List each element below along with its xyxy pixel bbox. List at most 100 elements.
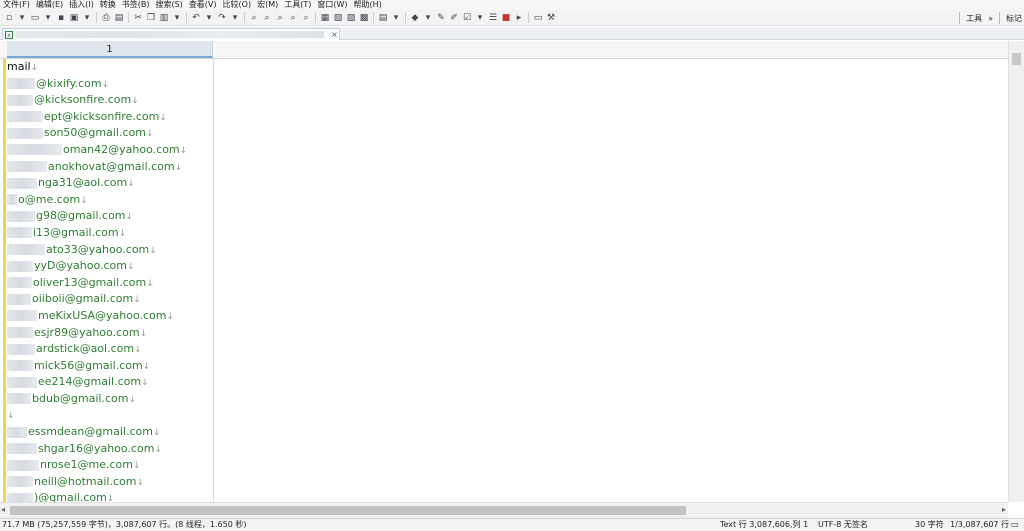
newline-marker-icon: ↓	[118, 228, 127, 239]
undo-icon[interactable]: ↶	[190, 12, 202, 24]
menu-item[interactable]: 查看(V)	[189, 0, 217, 10]
dropdown-icon[interactable]: ▾	[42, 12, 54, 24]
dropdown-icon[interactable]: ▾	[229, 12, 241, 24]
column-mode-icon[interactable]: ▦	[319, 12, 331, 24]
menu-item[interactable]: 搜索(S)	[155, 0, 182, 10]
redacted-text	[7, 177, 37, 189]
column-divider[interactable]	[213, 59, 214, 502]
menu-item[interactable]: 书签(B)	[122, 0, 150, 10]
menu-item[interactable]: 帮助(H)	[354, 0, 382, 10]
close-tab-icon[interactable]: ×	[330, 30, 339, 39]
email-cell[interactable]: yyD@yahoo.com↓	[7, 258, 213, 275]
email-cell[interactable]: mick56@gmail.com↓	[7, 358, 213, 375]
document-icon[interactable]: ▤	[377, 12, 389, 24]
format-icon[interactable]: ▩	[358, 12, 370, 24]
email-cell[interactable]: @kicksonfire.com↓	[7, 92, 213, 109]
list-icon[interactable]: ☰	[487, 12, 499, 24]
header-cell[interactable]: mail↓	[7, 59, 213, 76]
macro-play-icon[interactable]: ▸	[513, 12, 525, 24]
save-icon[interactable]: ▪	[55, 12, 67, 24]
find-previous-icon[interactable]: ⌕	[274, 12, 286, 24]
dropdown-icon[interactable]: ▾	[390, 12, 402, 24]
checklist-icon[interactable]: ☑	[461, 12, 473, 24]
save-all-icon[interactable]: ▣	[68, 12, 80, 24]
more-chevron-icon[interactable]: »	[988, 14, 993, 23]
horizontal-scrollbar[interactable]: ◂ ▸	[0, 502, 1008, 518]
email-cell[interactable]: ato33@yahoo.com↓	[7, 242, 213, 259]
menu-item[interactable]: 转换	[100, 0, 116, 10]
email-cell[interactable]: anokhovat@gmail.com↓	[7, 159, 213, 176]
hex-mode-icon[interactable]: ▧	[332, 12, 344, 24]
dropdown-icon[interactable]: ▾	[81, 12, 93, 24]
find-in-files-icon[interactable]: ⌕	[300, 12, 312, 24]
email-cell[interactable]: shgar16@yahoo.com↓	[7, 441, 213, 458]
macro-record-icon[interactable]: ■	[500, 12, 512, 24]
find-icon[interactable]: ⌕	[248, 12, 260, 24]
vertical-scrollbar-thumb[interactable]	[1012, 53, 1021, 65]
email-cell[interactable]: essmdean@gmail.com↓	[7, 424, 213, 441]
print-icon[interactable]: ⎙	[100, 12, 112, 24]
comment-icon[interactable]: ▭	[1011, 519, 1019, 531]
dropdown-icon[interactable]: ▾	[474, 12, 486, 24]
menu-item[interactable]: 比较(O)	[223, 0, 252, 10]
tools-icon[interactable]: ⚒	[545, 12, 557, 24]
email-cell[interactable]: @kixify.com↓	[7, 76, 213, 93]
find-next-icon[interactable]: ⌕	[261, 12, 273, 24]
email-cell[interactable]: oliver13@gmail.com↓	[7, 275, 213, 292]
email-cell[interactable]: ept@kicksonfire.com↓	[7, 109, 213, 126]
redo-icon[interactable]: ↷	[216, 12, 228, 24]
open-folder-icon[interactable]: ▭	[29, 12, 41, 24]
email-cell[interactable]: ee214@gmail.com↓	[7, 374, 213, 391]
email-cell[interactable]: esjr89@yahoo.com↓	[7, 325, 213, 342]
column-header-1[interactable]: 1	[7, 41, 213, 58]
email-cell[interactable]: oiiboii@gmail.com↓	[7, 291, 213, 308]
file-tab[interactable]: x ×	[2, 28, 340, 40]
print-preview-icon[interactable]: ▤	[113, 12, 125, 24]
email-cell[interactable]: nrose1@me.com↓	[7, 457, 213, 474]
email-cell[interactable]: oman42@yahoo.com↓	[7, 142, 213, 159]
email-cell[interactable]: i13@gmail.com↓	[7, 225, 213, 242]
vertical-scrollbar[interactable]	[1008, 41, 1024, 502]
cell-text: oliver13@gmail.com	[33, 275, 147, 289]
email-cell[interactable]: g98@gmail.com↓	[7, 208, 213, 225]
email-cell[interactable]: ↓	[7, 407, 213, 424]
email-cell[interactable]: son50@gmail.com↓	[7, 125, 213, 142]
menu-item[interactable]: 工具(T)	[284, 0, 311, 10]
status-position[interactable]: Text 行 3,087,606,列 1	[720, 519, 808, 531]
scroll-right-icon[interactable]: ▸	[1002, 505, 1006, 514]
editor-grid[interactable]: mail↓ @kixify.com↓ @kicksonfire.com↓ ept@ki…	[0, 59, 1008, 504]
edit-icon[interactable]: ✐	[448, 12, 460, 24]
window-icon[interactable]: ▭	[532, 12, 544, 24]
copy-icon[interactable]: ❐	[145, 12, 157, 24]
dropdown-icon[interactable]: ▾	[203, 12, 215, 24]
new-file-icon[interactable]: ▫	[3, 12, 15, 24]
tools-label[interactable]: 工具	[966, 13, 982, 24]
email-cell[interactable]: nga31@aol.com↓	[7, 175, 213, 192]
bookmark-icon[interactable]: ◆	[409, 12, 421, 24]
newline-marker-icon: ↓	[152, 428, 161, 439]
menu-item[interactable]: 插入(I)	[69, 0, 94, 10]
email-cell[interactable]: o@me.com↓	[7, 192, 213, 209]
menu-item[interactable]: 编辑(E)	[36, 0, 63, 10]
scroll-left-icon[interactable]: ◂	[1, 505, 5, 514]
menu-item[interactable]: 文件(F)	[3, 0, 30, 10]
dropdown-icon[interactable]: ▾	[16, 12, 28, 24]
email-cell[interactable]: bdub@gmail.com↓	[7, 391, 213, 408]
spell-check-icon[interactable]: ✎	[435, 12, 447, 24]
email-cell[interactable]: neill@hotmail.com↓	[7, 474, 213, 491]
email-cell[interactable]: meKixUSA@yahoo.com↓	[7, 308, 213, 325]
mark-label[interactable]: 标记	[1006, 13, 1022, 24]
replace-icon[interactable]: ⌕	[287, 12, 299, 24]
horizontal-scrollbar-thumb[interactable]	[10, 506, 686, 515]
cut-icon[interactable]: ✂	[132, 12, 144, 24]
dropdown-icon[interactable]: ▾	[171, 12, 183, 24]
newline-marker-icon: ↓	[179, 145, 188, 156]
paste-icon[interactable]: ▥	[158, 12, 170, 24]
menu-item[interactable]: 窗口(W)	[317, 0, 347, 10]
word-wrap-icon[interactable]: ▨	[345, 12, 357, 24]
newline-marker-icon: ↓	[80, 195, 88, 206]
email-cell[interactable]: ardstick@aol.com↓	[7, 341, 213, 358]
menu-item[interactable]: 宏(M)	[257, 0, 278, 10]
dropdown-icon[interactable]: ▾	[422, 12, 434, 24]
status-encoding[interactable]: UTF-8 无签名	[818, 519, 868, 531]
